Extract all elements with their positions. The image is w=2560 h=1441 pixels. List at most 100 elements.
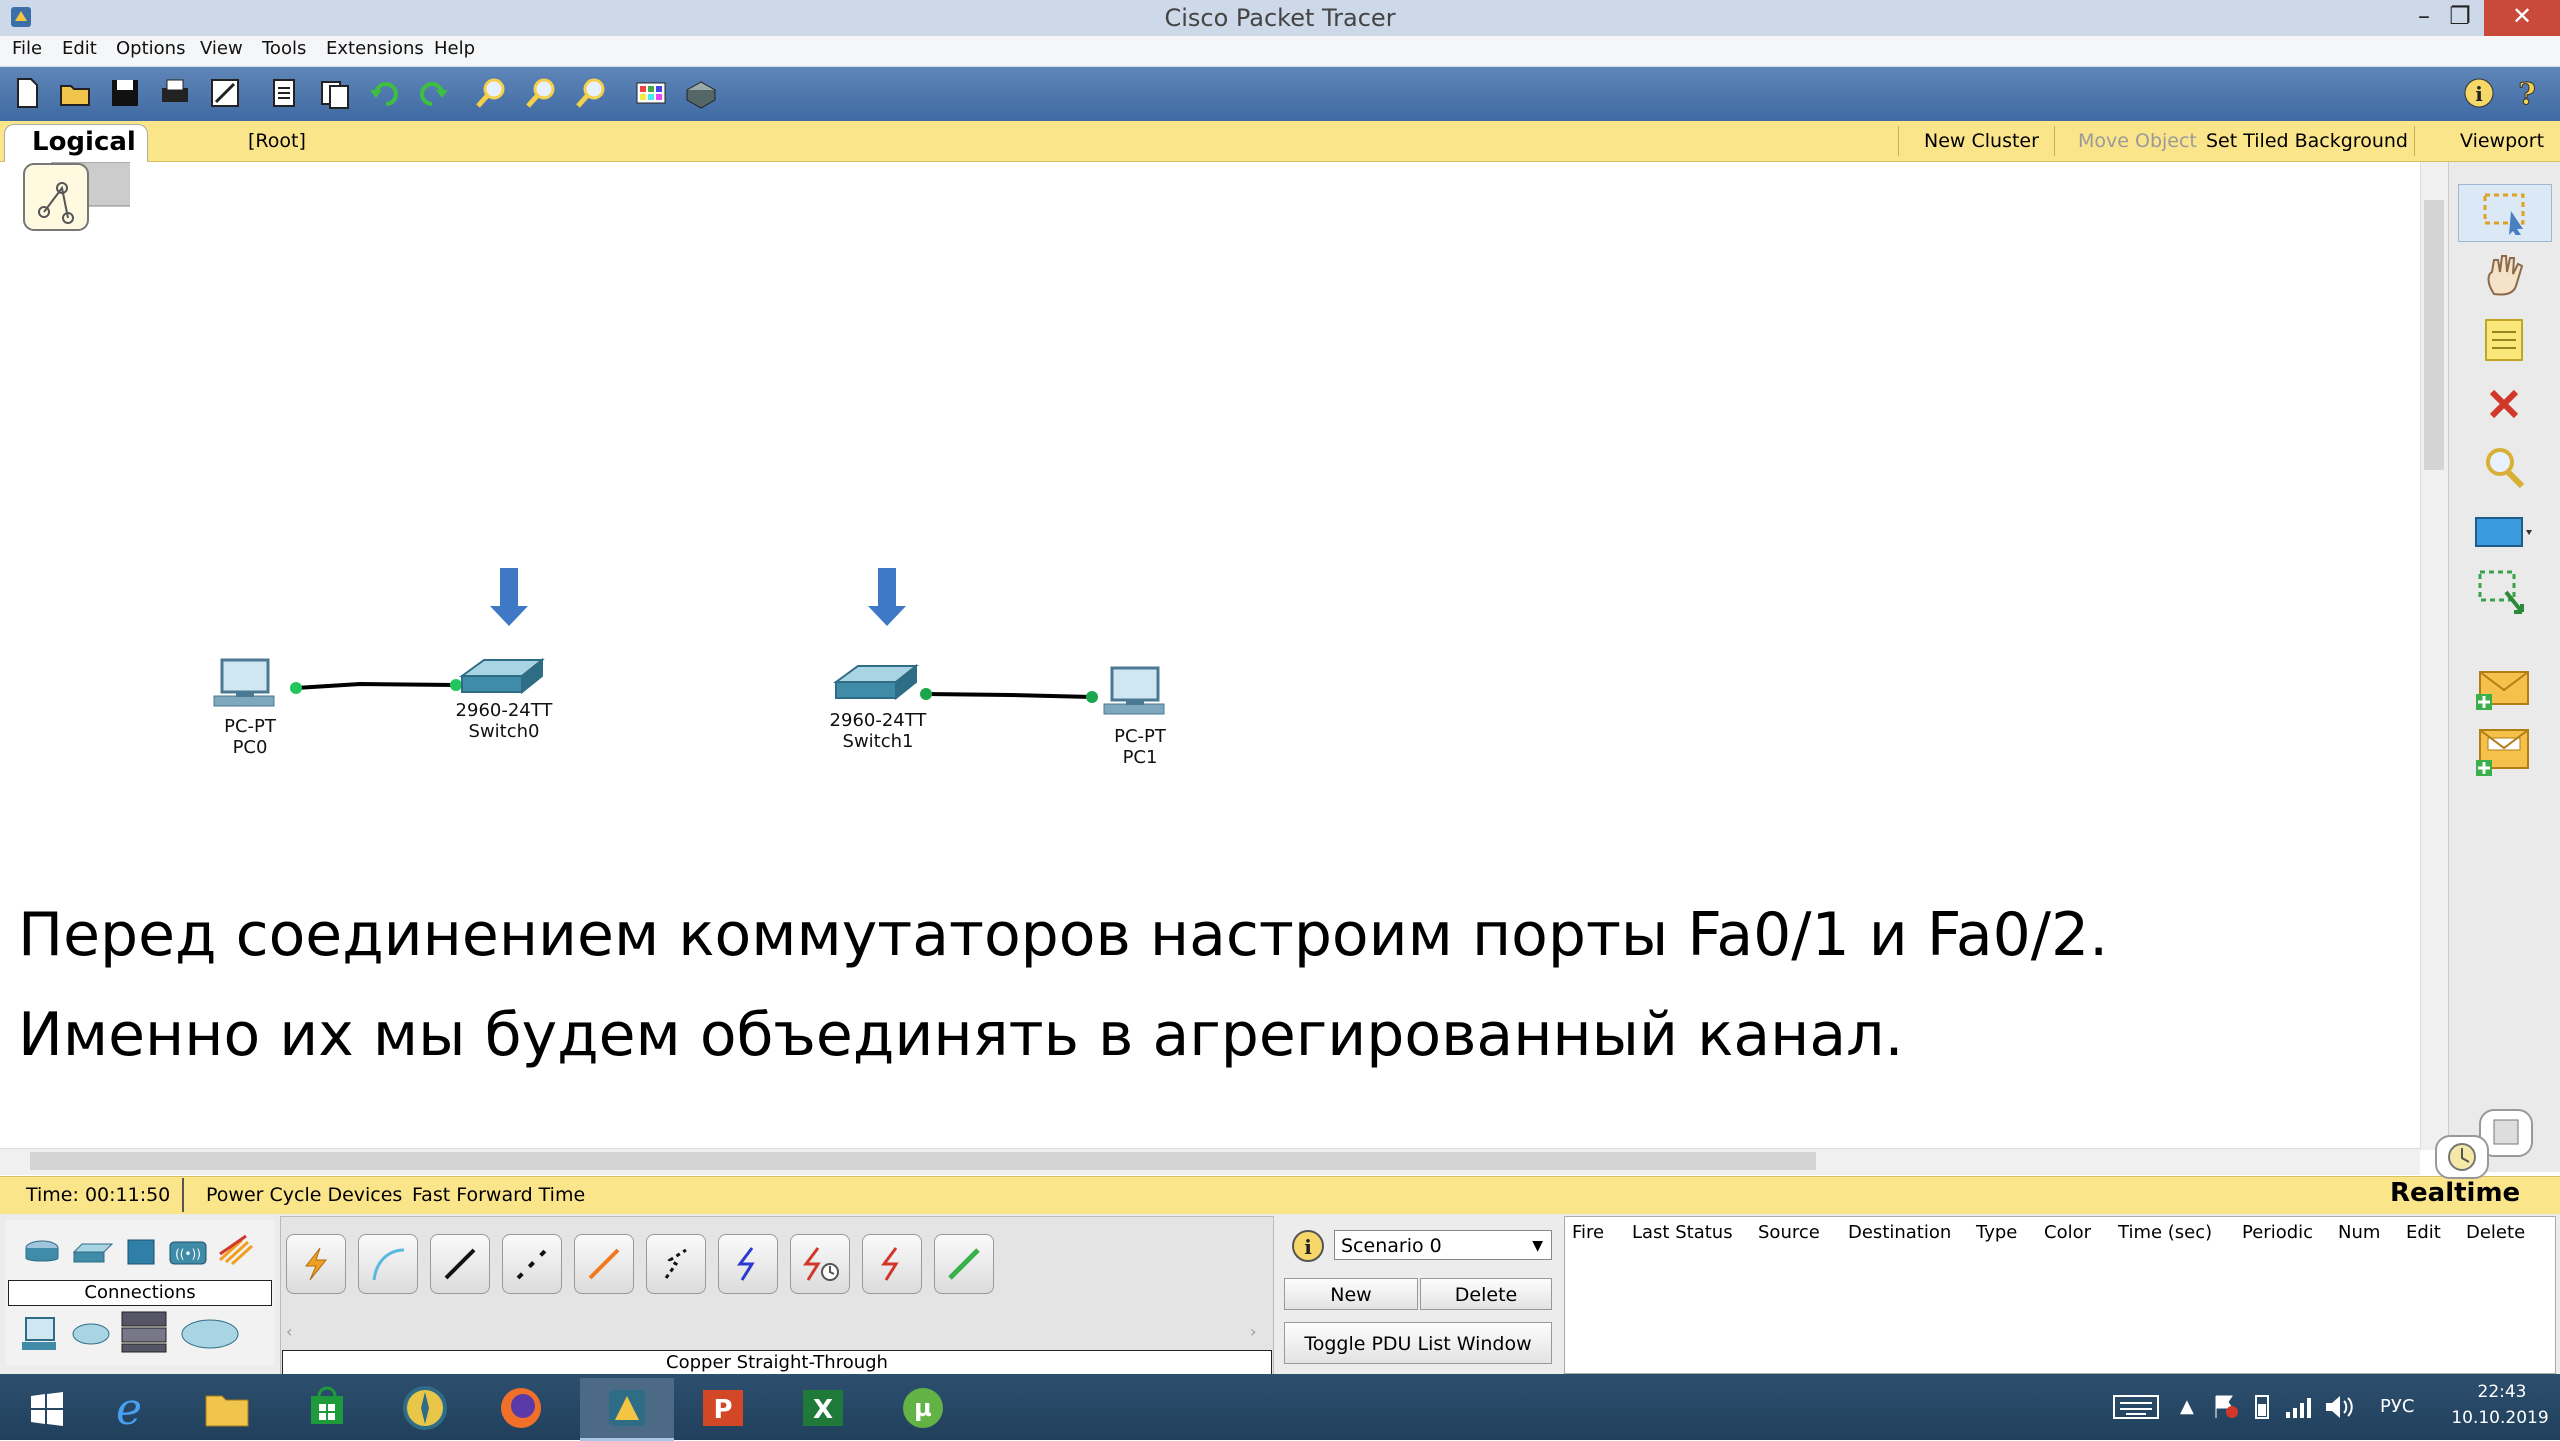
- menu-view[interactable]: View: [200, 38, 243, 59]
- end-devices-category-icon[interactable]: [20, 1314, 64, 1354]
- copy-icon[interactable]: [266, 74, 304, 112]
- link-pc0-switch0[interactable]: [295, 681, 457, 690]
- select-tool-icon[interactable]: [2458, 184, 2552, 242]
- menu-extensions[interactable]: Extensions: [326, 38, 424, 59]
- keyboard-icon[interactable]: [2112, 1394, 2160, 1420]
- redo-icon[interactable]: [414, 74, 452, 112]
- internet-explorer-icon[interactable]: e: [82, 1378, 176, 1438]
- resize-shape-icon[interactable]: [2458, 566, 2550, 622]
- category-label: Connections: [8, 1280, 272, 1306]
- taskbar-clock-date[interactable]: 10.10.2019: [2444, 1408, 2556, 1428]
- horizontal-scroll-thumb[interactable]: [30, 1152, 1816, 1170]
- fast-forward-time-button[interactable]: Fast Forward Time: [412, 1184, 585, 1206]
- add-complex-pdu-icon[interactable]: [2458, 724, 2550, 780]
- zoom-out-icon[interactable]: [572, 74, 610, 112]
- zoom-in-icon[interactable]: [472, 74, 510, 112]
- open-folder-icon[interactable]: [56, 74, 94, 112]
- menu-edit[interactable]: Edit: [62, 38, 97, 59]
- scroll-left-icon[interactable]: ‹: [286, 1322, 302, 1341]
- tray-overflow-icon[interactable]: ▲: [2180, 1396, 2194, 1417]
- help-icon[interactable]: ?: [2508, 74, 2546, 112]
- column-header-edit: Edit: [2406, 1222, 2441, 1243]
- connections-category-icon[interactable]: [216, 1232, 256, 1268]
- battery-icon[interactable]: [2248, 1394, 2276, 1420]
- coaxial-cable-icon[interactable]: [718, 1234, 778, 1294]
- multiuser-connection-category-icon[interactable]: [178, 1316, 242, 1352]
- new-cluster-button[interactable]: New Cluster: [1924, 130, 2039, 152]
- octal-cable-icon[interactable]: [934, 1234, 994, 1294]
- taskbar-clock-time[interactable]: 22:43: [2462, 1382, 2542, 1402]
- move-object-button[interactable]: Move Object: [2078, 130, 2197, 152]
- save-icon[interactable]: [106, 74, 144, 112]
- firefox-icon[interactable]: [474, 1378, 568, 1438]
- breadcrumb-root[interactable]: [Root]: [248, 130, 306, 152]
- file-explorer-icon[interactable]: [180, 1378, 274, 1438]
- pc-icon[interactable]: [213, 658, 275, 707]
- restore-button[interactable]: ❐: [2432, 0, 2488, 36]
- new-file-icon[interactable]: [8, 74, 46, 112]
- volume-icon[interactable]: [2324, 1394, 2354, 1420]
- switch-icon[interactable]: [832, 663, 919, 701]
- info-icon[interactable]: i: [2460, 74, 2498, 112]
- phone-cable-icon[interactable]: [646, 1234, 706, 1294]
- utorrent-icon[interactable]: µ: [876, 1378, 970, 1438]
- routers-category-icon[interactable]: [22, 1236, 62, 1268]
- network-signal-icon[interactable]: [2284, 1394, 2314, 1420]
- inspect-tool-icon[interactable]: [2458, 440, 2550, 496]
- automatic-cable-icon[interactable]: [286, 1234, 346, 1294]
- draw-rectangle-icon[interactable]: [2458, 504, 2550, 560]
- device-type-label: PC-PT: [1114, 726, 1166, 747]
- add-simple-pdu-icon[interactable]: [2458, 660, 2550, 716]
- vertical-scroll-thumb[interactable]: [2424, 200, 2444, 470]
- undo-icon[interactable]: [366, 74, 404, 112]
- activity-wizard-icon[interactable]: [206, 74, 244, 112]
- close-button[interactable]: ✕: [2484, 0, 2560, 36]
- copper-cross-over-icon[interactable]: [502, 1234, 562, 1294]
- menu-options[interactable]: Options: [116, 38, 185, 59]
- hubs-category-icon[interactable]: [124, 1236, 158, 1268]
- powerpoint-icon[interactable]: P: [676, 1378, 770, 1438]
- packet-tracer-taskbar-icon[interactable]: [580, 1378, 674, 1441]
- note-tool-icon[interactable]: [2458, 312, 2550, 368]
- pc-icon[interactable]: [1103, 666, 1165, 715]
- copper-straight-through-icon[interactable]: [430, 1234, 490, 1294]
- switches-category-icon[interactable]: [72, 1238, 114, 1268]
- scroll-right-icon[interactable]: ›: [1250, 1322, 1266, 1341]
- viewport-button[interactable]: Viewport: [2460, 130, 2544, 152]
- delete-scenario-button[interactable]: Delete: [1420, 1278, 1552, 1310]
- zoom-reset-icon[interactable]: [522, 74, 560, 112]
- power-cycle-devices-button[interactable]: Power Cycle Devices: [206, 1184, 402, 1206]
- realtime-clock-icon[interactable]: [2434, 1132, 2490, 1182]
- delete-tool-icon[interactable]: [2458, 376, 2550, 432]
- serial-dce-icon[interactable]: [790, 1234, 850, 1294]
- compass-app-icon[interactable]: [378, 1378, 472, 1438]
- wan-emulation-category-icon[interactable]: [70, 1318, 112, 1350]
- menu-tools[interactable]: Tools: [262, 38, 306, 59]
- serial-dte-icon[interactable]: [862, 1234, 922, 1294]
- custom-devices-category-icon[interactable]: [118, 1308, 170, 1356]
- console-cable-icon[interactable]: [358, 1234, 418, 1294]
- set-tiled-background-button[interactable]: Set Tiled Background: [2206, 130, 2408, 152]
- windows-start-icon[interactable]: [0, 1378, 94, 1438]
- store-icon[interactable]: [280, 1378, 374, 1438]
- device-name-label: Switch0: [468, 721, 540, 742]
- menu-help[interactable]: Help: [434, 38, 475, 59]
- excel-icon[interactable]: X: [776, 1378, 870, 1438]
- scenario-select[interactable]: Scenario 0 ▼: [1334, 1230, 1552, 1260]
- scenario-info-icon[interactable]: i: [1290, 1228, 1326, 1264]
- action-center-flag-icon[interactable]: [2212, 1394, 2240, 1420]
- fiber-cable-icon[interactable]: [574, 1234, 634, 1294]
- print-icon[interactable]: [156, 74, 194, 112]
- down-arrow-icon: [490, 568, 528, 626]
- palette-icon[interactable]: [632, 74, 670, 112]
- paste-icon[interactable]: [316, 74, 354, 112]
- menu-file[interactable]: File: [12, 38, 42, 59]
- switch-icon[interactable]: [458, 657, 545, 695]
- new-scenario-button[interactable]: New: [1284, 1278, 1418, 1310]
- link-switch1-pc1[interactable]: [925, 692, 1093, 699]
- wireless-category-icon[interactable]: ((•)): [166, 1236, 210, 1268]
- custom-device-icon[interactable]: [682, 74, 720, 112]
- hand-tool-icon[interactable]: [2458, 246, 2550, 302]
- input-language-indicator[interactable]: РУС: [2380, 1396, 2414, 1417]
- toggle-pdu-list-button[interactable]: Toggle PDU List Window: [1284, 1322, 1552, 1364]
